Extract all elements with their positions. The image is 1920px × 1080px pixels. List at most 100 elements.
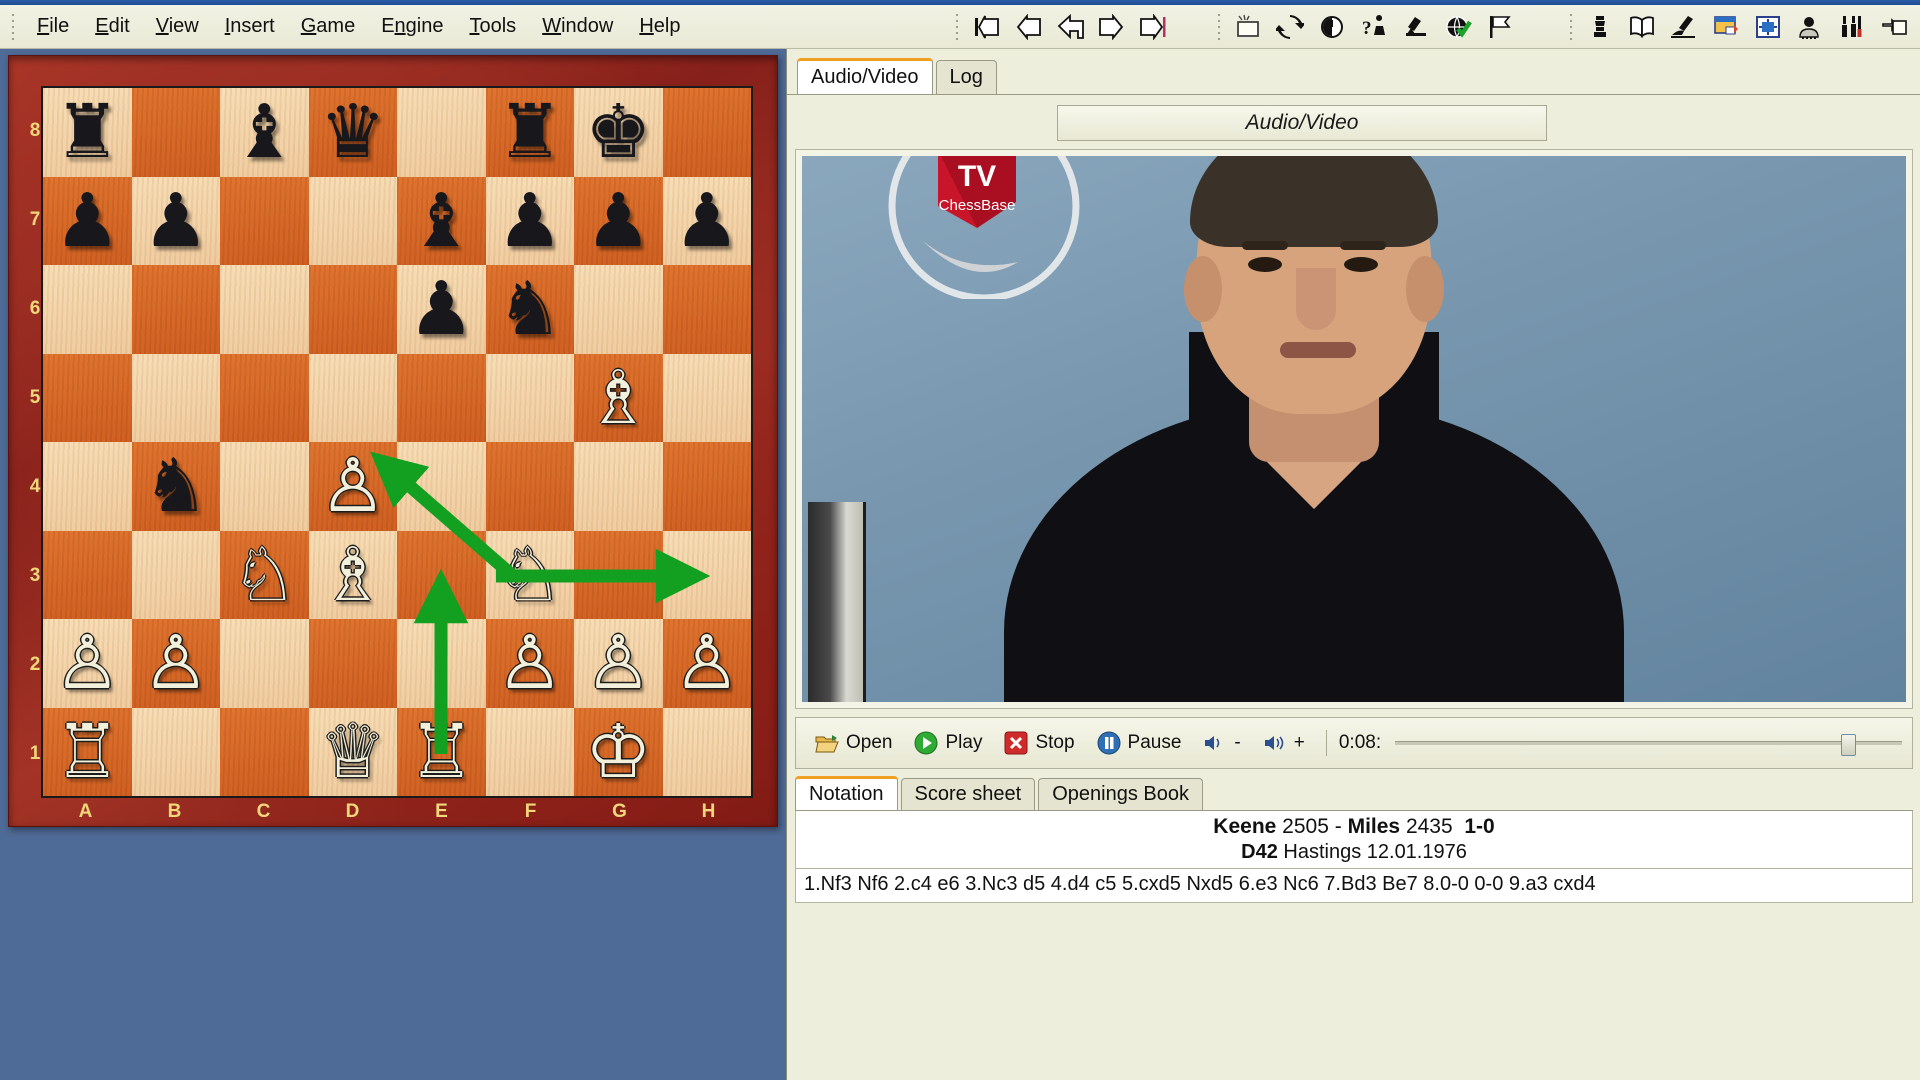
previous-move-icon[interactable] — [1010, 10, 1046, 44]
square-g3[interactable] — [574, 531, 663, 620]
piece-white-pawn-b2[interactable]: ♙ — [137, 624, 215, 702]
square-d3[interactable]: ♗ — [309, 531, 398, 620]
menu-item-window[interactable]: Window — [529, 11, 626, 42]
piece-black-pawn-b7[interactable]: ♟ — [137, 182, 215, 260]
tab-audio-video[interactable]: Audio/Video — [797, 58, 933, 94]
square-e4[interactable] — [397, 442, 486, 531]
piece-black-king-g8[interactable]: ♚ — [579, 93, 657, 171]
go-to-end-icon[interactable] — [1136, 10, 1172, 44]
square-c1[interactable] — [220, 708, 309, 797]
square-c8[interactable]: ♝ — [220, 88, 309, 177]
square-g4[interactable] — [574, 442, 663, 531]
square-c6[interactable] — [220, 265, 309, 354]
player-icon[interactable] — [1792, 10, 1828, 44]
square-c7[interactable] — [220, 177, 309, 266]
square-a3[interactable] — [43, 531, 132, 620]
square-h7[interactable]: ♟ — [663, 177, 752, 266]
piece-black-queen-d8[interactable]: ♛ — [314, 93, 392, 171]
square-b1[interactable] — [132, 708, 221, 797]
square-e6[interactable]: ♟ — [397, 265, 486, 354]
open-button[interactable]: Open — [806, 729, 901, 757]
square-f7[interactable]: ♟ — [486, 177, 575, 266]
square-b8[interactable] — [132, 88, 221, 177]
square-e7[interactable]: ♝ — [397, 177, 486, 266]
board-frame[interactable]: 87654321 ABCDEFGH ♜♝♛♜♚♟♟♝♟♟♟♟♞♗♞♙♘♗♘♙♙♙… — [8, 55, 778, 827]
square-b6[interactable] — [132, 265, 221, 354]
square-d6[interactable] — [309, 265, 398, 354]
square-g1[interactable]: ♔ — [574, 708, 663, 797]
piece-black-knight-b4[interactable]: ♞ — [137, 447, 215, 525]
piece-black-knight-f6[interactable]: ♞ — [491, 270, 569, 348]
piece-white-pawn-a2[interactable]: ♙ — [48, 624, 126, 702]
go-to-start-icon[interactable] — [968, 10, 1004, 44]
piece-white-pawn-g2[interactable]: ♙ — [579, 624, 657, 702]
square-h5[interactable] — [663, 354, 752, 443]
square-e2[interactable] — [397, 619, 486, 708]
square-d8[interactable]: ♛ — [309, 88, 398, 177]
square-a7[interactable]: ♟ — [43, 177, 132, 266]
right-toolbar-grip[interactable] — [1566, 12, 1576, 42]
square-h8[interactable] — [663, 88, 752, 177]
square-h4[interactable] — [663, 442, 752, 531]
square-b5[interactable] — [132, 354, 221, 443]
tab-notation[interactable]: Notation — [795, 776, 898, 810]
square-d5[interactable] — [309, 354, 398, 443]
tab-score-sheet[interactable]: Score sheet — [901, 778, 1036, 810]
square-f1[interactable] — [486, 708, 575, 797]
piece-black-pawn-f7[interactable]: ♟ — [491, 182, 569, 260]
square-f5[interactable] — [486, 354, 575, 443]
menu-item-view[interactable]: View — [143, 11, 212, 42]
copy-game-icon[interactable] — [1876, 10, 1912, 44]
pause-button[interactable]: Pause — [1088, 728, 1191, 758]
seek-slider[interactable] — [1395, 734, 1902, 752]
piece-white-pawn-f2[interactable]: ♙ — [491, 624, 569, 702]
square-e8[interactable] — [397, 88, 486, 177]
piece-white-knight-f3[interactable]: ♘ — [491, 536, 569, 614]
piece-white-knight-c3[interactable]: ♘ — [225, 536, 303, 614]
square-h1[interactable] — [663, 708, 752, 797]
square-c5[interactable] — [220, 354, 309, 443]
seek-thumb[interactable] — [1841, 734, 1856, 756]
square-c3[interactable]: ♘ — [220, 531, 309, 620]
menu-drag-grip[interactable] — [8, 12, 18, 42]
piece-white-rook-e1[interactable]: ♖ — [402, 713, 480, 791]
chess-board[interactable]: ♜♝♛♜♚♟♟♝♟♟♟♟♞♗♞♙♘♗♘♙♙♙♙♙♖♕♖♔ — [41, 86, 753, 798]
menu-item-engine[interactable]: Engine — [368, 11, 456, 42]
menu-item-help[interactable]: Help — [626, 11, 693, 42]
piece-white-bishop-g5[interactable]: ♗ — [579, 359, 657, 437]
piece-white-pawn-d4[interactable]: ♙ — [314, 447, 392, 525]
training-icon[interactable] — [1666, 10, 1702, 44]
piece-white-pawn-h2[interactable]: ♙ — [668, 624, 746, 702]
square-d1[interactable]: ♕ — [309, 708, 398, 797]
square-g5[interactable]: ♗ — [574, 354, 663, 443]
square-f3[interactable]: ♘ — [486, 531, 575, 620]
tab-log[interactable]: Log — [936, 60, 997, 94]
menu-item-insert[interactable]: Insert — [212, 11, 288, 42]
piece-black-bishop-e7[interactable]: ♝ — [402, 182, 480, 260]
square-d7[interactable] — [309, 177, 398, 266]
square-b3[interactable] — [132, 531, 221, 620]
square-a4[interactable] — [43, 442, 132, 531]
globe-check-icon[interactable] — [1440, 10, 1476, 44]
notation-moves[interactable]: 1.Nf3 Nf6 2.c4 e6 3.Nc3 d5 4.d4 c5 5.cxd… — [795, 869, 1913, 903]
database-icon[interactable] — [1708, 10, 1744, 44]
square-h2[interactable]: ♙ — [663, 619, 752, 708]
tab-openings-book[interactable]: Openings Book — [1038, 778, 1203, 810]
menu-item-edit[interactable]: Edit — [82, 11, 142, 42]
menu-item-game[interactable]: Game — [288, 11, 368, 42]
nav-toolbar-grip[interactable] — [952, 12, 962, 42]
video-surface[interactable]: TV ChessBase — [802, 156, 1906, 702]
square-h6[interactable] — [663, 265, 752, 354]
square-f8[interactable]: ♜ — [486, 88, 575, 177]
piece-white-rook-a1[interactable]: ♖ — [48, 713, 126, 791]
piece-black-pawn-a7[interactable]: ♟ — [48, 182, 126, 260]
square-g7[interactable]: ♟ — [574, 177, 663, 266]
square-e5[interactable] — [397, 354, 486, 443]
piece-black-pawn-g7[interactable]: ♟ — [579, 182, 657, 260]
layout-panes-icon[interactable] — [1750, 10, 1786, 44]
square-c4[interactable] — [220, 442, 309, 531]
volume-down-button[interactable]: - — [1194, 729, 1249, 757]
tools-icon[interactable] — [1834, 10, 1870, 44]
stop-button[interactable]: Stop — [995, 728, 1083, 758]
opening-book-icon[interactable] — [1624, 10, 1660, 44]
